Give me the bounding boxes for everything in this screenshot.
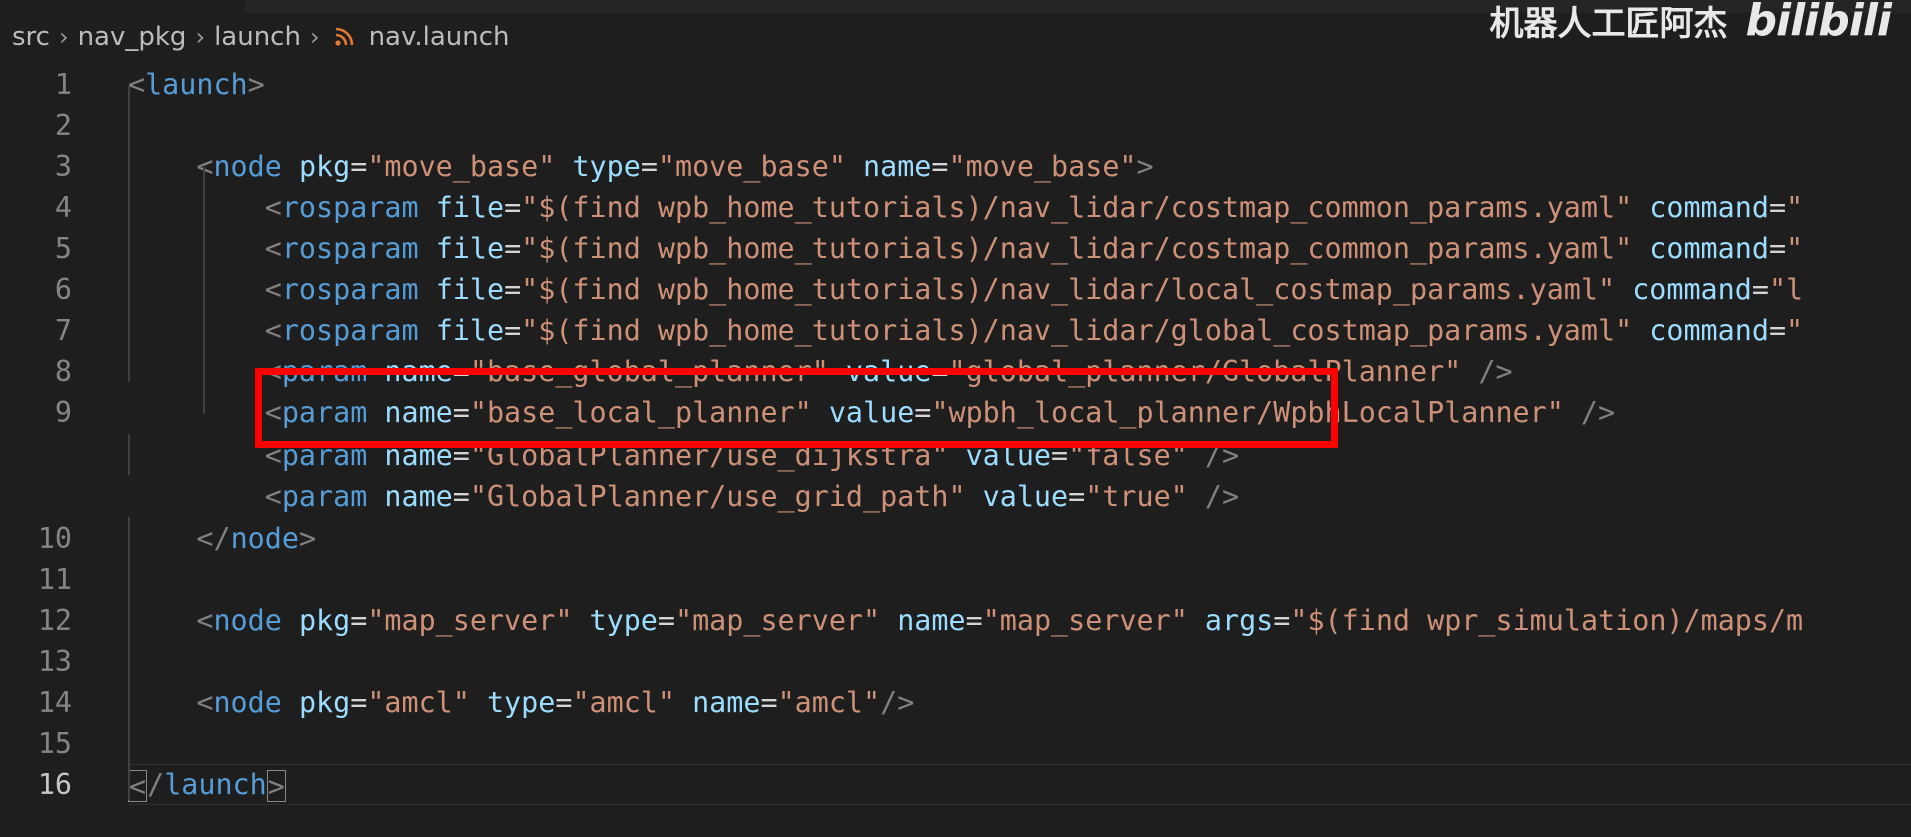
watermark-channel: 机器人工匠阿杰 [1489, 3, 1728, 44]
code-line[interactable]: 14 <node pkg="amcl" type="amcl" name="am… [0, 682, 1911, 723]
line-number: 11 [37, 563, 72, 596]
code-line[interactable]: 1 <launch> [0, 64, 1911, 105]
chevron-right-icon: › [58, 23, 69, 51]
code-line[interactable]: 3 <node pkg="move_base" type="move_base"… [0, 146, 1911, 187]
code-text: <rosparam file="$(find wpb_home_tutorial… [264, 273, 1804, 306]
line-number: 2 [54, 109, 72, 142]
line-number: 9 [54, 396, 72, 429]
code-line[interactable]: 16 </launch> [0, 764, 1911, 805]
line-number: 6 [54, 273, 72, 306]
line-number: 1 [54, 68, 72, 101]
code-line[interactable]: 4 <rosparam file="$(find wpb_home_tutori… [0, 187, 1911, 228]
breadcrumb-item-nav-pkg[interactable]: nav_pkg [78, 22, 187, 52]
watermark: 机器人工匠阿杰 bilibili [1490, 0, 1892, 46]
code-text: <launch> [128, 68, 265, 101]
code-line[interactable]: 5 <rosparam file="$(find wpb_home_tutori… [0, 228, 1911, 269]
line-number: 14 [37, 686, 72, 719]
breadcrumb: src › nav_pkg › launch › nav.launch [12, 18, 510, 56]
line-number: 3 [54, 150, 72, 183]
line-number: 8 [54, 355, 72, 388]
chevron-right-icon: › [309, 23, 320, 51]
code-text: <node pkg="move_base" type="move_base" n… [196, 150, 1154, 183]
line-number: 12 [37, 604, 72, 637]
code-line[interactable]: <param name="GlobalPlanner/use_grid_path… [0, 476, 1911, 517]
code-line[interactable]: 10 </node> [0, 518, 1911, 559]
line-number: 5 [54, 232, 72, 265]
indent-guide [128, 86, 130, 382]
indent-guide [203, 167, 205, 414]
breadcrumb-file[interactable]: nav.launch [369, 22, 510, 52]
code-text: <rosparam file="$(find wpb_home_tutorial… [264, 232, 1804, 265]
code-line[interactable]: 7 <rosparam file="$(find wpb_home_tutori… [0, 310, 1911, 351]
code-line[interactable]: 15 [0, 723, 1911, 764]
code-line[interactable]: 6 <rosparam file="$(find wpb_home_tutori… [0, 269, 1911, 310]
code-text: <rosparam file="$(find wpb_home_tutorial… [264, 191, 1804, 224]
highlight-box [255, 368, 1338, 448]
code-line[interactable]: 13 [0, 641, 1911, 682]
line-number: 10 [37, 522, 72, 555]
bilibili-logo: bilibili [1745, 0, 1892, 46]
code-text: <node pkg="map_server" type="map_server"… [196, 604, 1804, 637]
code-line[interactable]: 2 [0, 105, 1911, 146]
chevron-right-icon: › [195, 23, 206, 51]
rss-icon [334, 27, 353, 46]
line-number: 15 [37, 727, 72, 760]
code-text: <node pkg="amcl" type="amcl" name="amcl"… [196, 686, 915, 719]
line-number: 7 [54, 314, 72, 347]
code-text: </launch> [128, 768, 286, 803]
code-text: <rosparam file="$(find wpb_home_tutorial… [264, 314, 1804, 347]
code-text: </node> [196, 522, 317, 555]
breadcrumb-item-launch[interactable]: launch [214, 22, 301, 52]
breadcrumb-item-src[interactable]: src [12, 22, 50, 52]
code-editor[interactable]: 1 <launch> 2 3 <node pkg="move_base" type="… [0, 60, 1911, 837]
code-line[interactable]: 12 <node pkg="map_server" type="map_serv… [0, 600, 1911, 641]
line-number: 4 [54, 191, 72, 224]
code-line[interactable]: 11 [0, 559, 1911, 600]
indent-guide [128, 434, 130, 475]
code-text: <param name="GlobalPlanner/use_grid_path… [264, 480, 1240, 513]
indent-guide [128, 517, 130, 800]
line-number: 13 [37, 645, 72, 678]
line-number: 16 [37, 768, 72, 801]
